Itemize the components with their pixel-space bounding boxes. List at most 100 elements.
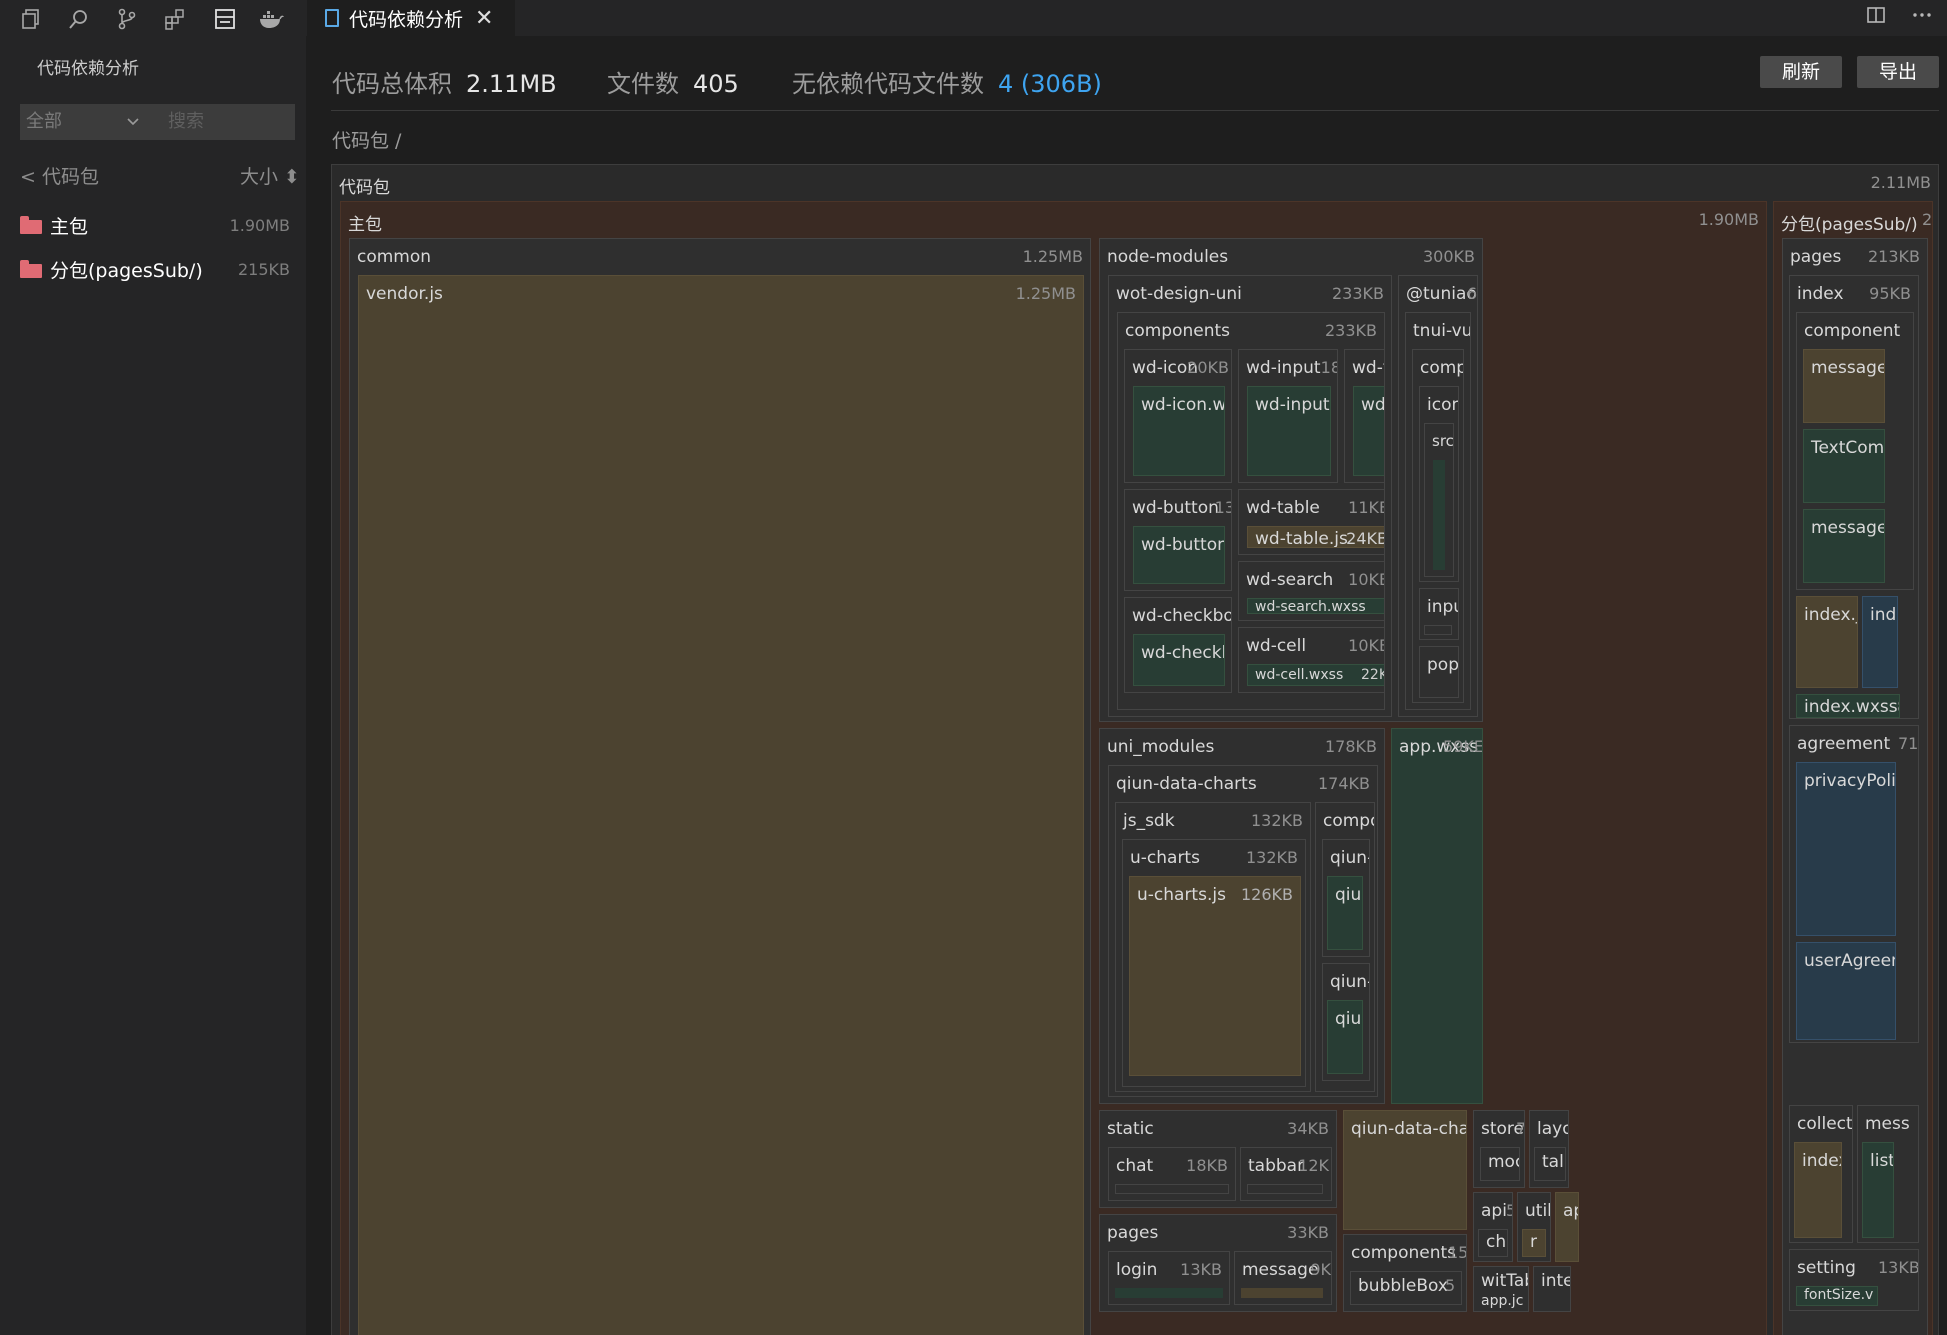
treemap-qiun-l[interactable]: qiun-l qiur <box>1322 839 1370 957</box>
treemap-static-chat-file[interactable] <box>1115 1184 1229 1194</box>
extensions-icon[interactable] <box>162 6 188 32</box>
treemap-sub-agreement[interactable]: agreement 71 privacyPolic userAgreem <box>1789 725 1919 1043</box>
treemap-sub-index-wxss[interactable]: index.wxss 8 <box>1796 694 1900 718</box>
treemap-sub-useragree[interactable]: userAgreem <box>1796 942 1896 1040</box>
treemap-ap[interactable]: ap <box>1555 1192 1579 1262</box>
treemap-wd-checkbox-file[interactable]: wd-checkb <box>1133 634 1225 686</box>
treemap-wittab[interactable]: witTab app.jc <box>1473 1266 1529 1312</box>
treemap-qiun-data-charts[interactable]: qiun-data-charts 174KB js_sdk 132KB u-ch… <box>1108 765 1378 1097</box>
treemap-wd-input[interactable]: wd-input 18 wd-input. <box>1238 349 1338 483</box>
treemap-wd-icon-file[interactable]: wd-icon.w: <box>1133 386 1225 476</box>
search-input[interactable]: 搜索 <box>150 104 295 140</box>
close-icon[interactable]: ✕ <box>475 6 493 31</box>
treemap-pages[interactable]: pages 33KB login 13KB message 9K <box>1099 1214 1337 1312</box>
treemap-sub-message2[interactable]: messagel <box>1803 509 1885 583</box>
treemap-sub-pages[interactable]: pages 213KB index 95KB component message… <box>1782 238 1928 1335</box>
split-editor-icon[interactable] <box>1865 4 1887 31</box>
treemap-wd-table-file[interactable]: wd-table.js 24KB <box>1247 526 1384 548</box>
treemap-sub-package[interactable]: 分包(pagesSub/) 2 pages 213KB index 95KB c… <box>1773 201 1933 1335</box>
treemap-util[interactable]: util r <box>1517 1192 1551 1262</box>
treemap-wd-cell[interactable]: wd-cell 10KB wd-cell.wxss 22K <box>1238 627 1384 693</box>
treemap-store[interactable]: store 7 moc <box>1473 1110 1525 1188</box>
list-item-main[interactable]: 主包 1.90MB <box>20 207 290 243</box>
treemap-tnui-inpu-file[interactable] <box>1424 625 1452 635</box>
treemap-components[interactable]: components 233KB wd-icon 20KB wd-icon.w: <box>1117 312 1385 710</box>
back-link[interactable]: < 代码包 <box>20 162 99 189</box>
treemap-qiun-compon[interactable]: compon qiun-l qiur qiun-c qiur <box>1315 802 1375 1092</box>
treemap-qiun-c[interactable]: qiun-c qiur <box>1322 963 1370 1081</box>
analysis-icon[interactable] <box>212 6 238 32</box>
treemap-layo-tab[interactable]: tal <box>1534 1147 1566 1181</box>
treemap-app-wxss[interactable]: app.wxss 59KE <box>1391 728 1483 1104</box>
treemap-u-charts[interactable]: u-charts 132KB u-charts.js 126KB <box>1122 839 1306 1087</box>
treemap-wd-textarea[interactable]: wd-textarea wd-textar <box>1344 349 1384 483</box>
treemap-sub-setting[interactable]: setting 13KB fontSize.v <box>1789 1249 1919 1311</box>
treemap-inte[interactable]: inte <box>1533 1266 1571 1312</box>
treemap-tnui-popu[interactable]: popu <box>1419 646 1459 698</box>
docker-icon[interactable] <box>258 6 284 32</box>
treemap-qiun-data-char[interactable]: qiun-data-char <box>1343 1110 1467 1230</box>
treemap-wd-checkbox[interactable]: wd-checkbox wd-checkb <box>1124 597 1232 693</box>
treemap-sub-indexj[interactable]: index.j <box>1796 596 1858 688</box>
treemap-wd-search[interactable]: wd-search 10KB wd-search.wxss <box>1238 561 1384 621</box>
treemap-tuniao[interactable]: @tuniao 67 tnui-vue3 compo icon: src <box>1398 275 1478 717</box>
treemap-u-charts-js[interactable]: u-charts.js 126KB <box>1129 876 1301 1076</box>
treemap-vendor-js[interactable]: vendor.js 1.25MB <box>358 275 1084 1335</box>
treemap-layo[interactable]: layo tal <box>1529 1110 1569 1188</box>
treemap-wd-button-file[interactable]: wd-button <box>1133 526 1225 584</box>
treemap-node-modules[interactable]: node-modules 300KB wot-design-uni 233KB … <box>1099 238 1483 722</box>
treemap-wd-search-file[interactable]: wd-search.wxss <box>1247 598 1384 614</box>
treemap-qiun-c-file[interactable]: qiur <box>1327 1000 1363 1074</box>
treemap-wd-textarea-file[interactable]: wd-textar <box>1353 386 1384 476</box>
treemap-util-file[interactable]: r <box>1522 1229 1546 1257</box>
list-item-sub[interactable]: 分包(pagesSub/) 215KB <box>20 251 290 287</box>
treemap-wd-cell-file[interactable]: wd-cell.wxss 22K <box>1247 664 1384 686</box>
treemap-bubblebox[interactable]: bubbleBox 5 <box>1350 1271 1462 1305</box>
treemap-sub-ind[interactable]: ind <box>1862 596 1898 688</box>
stat-nodep-link[interactable]: 4 (306B) <box>998 70 1102 98</box>
treemap-sub-collect[interactable]: collect index <box>1789 1105 1853 1243</box>
treemap-js-sdk[interactable]: js_sdk 132KB u-charts 132KB u-charts.js … <box>1115 802 1311 1092</box>
explorer-icon[interactable] <box>18 6 44 32</box>
treemap-tnui-src[interactable]: src <box>1424 423 1454 577</box>
refresh-button[interactable]: 刷新 <box>1760 56 1842 88</box>
treemap-common[interactable]: common 1.25MB vendor.js 1.25MB <box>349 238 1091 1335</box>
sort-toggle[interactable]: 大小 ⬍ <box>240 162 300 189</box>
treemap-main-package[interactable]: 主包 1.90MB common 1.25MB vendor.js 1.25MB… <box>340 201 1767 1335</box>
treemap-tnui-compo[interactable]: compo icon: src inpu <box>1412 349 1464 703</box>
treemap-wot-design-uni[interactable]: wot-design-uni 233KB components 233KB wd… <box>1108 275 1392 717</box>
treemap-components-15[interactable]: components 15 bubbleBox 5 <box>1343 1234 1467 1312</box>
treemap-sub-collect-index[interactable]: index <box>1794 1142 1842 1238</box>
treemap-static-chat[interactable]: chat 18KB <box>1108 1147 1236 1201</box>
treemap-sub-mess-list[interactable]: list <box>1862 1142 1894 1238</box>
treemap-tnui-icon[interactable]: icon: src <box>1419 386 1459 582</box>
tab-analysis[interactable]: 代码依赖分析 ✕ <box>307 0 515 36</box>
treemap-sub-mess[interactable]: mess list <box>1857 1105 1919 1243</box>
search-icon[interactable] <box>66 6 92 32</box>
treemap-pages-message-file[interactable] <box>1241 1288 1323 1298</box>
treemap-sub-message1[interactable]: messagel <box>1803 349 1885 423</box>
treemap-sub-textcomp[interactable]: TextComp <box>1803 429 1885 503</box>
treemap-pages-message[interactable]: message 9K <box>1234 1251 1332 1305</box>
treemap-sub-setting-file[interactable]: fontSize.v <box>1796 1286 1878 1306</box>
treemap-pages-login[interactable]: login 13KB <box>1108 1251 1230 1305</box>
treemap-wd-icon[interactable]: wd-icon 20KB wd-icon.w: <box>1124 349 1232 483</box>
treemap-tnui-inpu[interactable]: inpu <box>1419 588 1459 640</box>
source-control-icon[interactable] <box>114 6 140 32</box>
treemap-api-file[interactable]: ch <box>1478 1229 1508 1257</box>
treemap-pages-login-file[interactable] <box>1115 1288 1223 1298</box>
treemap-tnui-vue3[interactable]: tnui-vue3 compo icon: src <box>1405 312 1471 710</box>
treemap-store-mod[interactable]: moc <box>1480 1147 1520 1181</box>
filter-select[interactable]: 全部 <box>20 104 150 140</box>
more-icon[interactable] <box>1911 4 1933 31</box>
treemap-wd-table[interactable]: wd-table 11KB wd-table.js 24KB <box>1238 489 1384 555</box>
breadcrumb[interactable]: 代码包 / <box>332 126 401 153</box>
treemap-static-tabbar-file[interactable] <box>1247 1184 1323 1194</box>
treemap-api[interactable]: api 5 ch <box>1473 1192 1513 1262</box>
treemap-static-tabbar[interactable]: tabbar 12K <box>1240 1147 1332 1201</box>
treemap-qiun-l-file[interactable]: qiur <box>1327 876 1363 950</box>
treemap-sub-privacy[interactable]: privacyPolic <box>1796 762 1896 936</box>
treemap-uni-modules[interactable]: uni_modules 178KB qiun-data-charts 174KB… <box>1099 728 1385 1104</box>
treemap-root[interactable]: 代码包 2.11MB 主包 1.90MB common 1.25MB vendo… <box>331 164 1939 1335</box>
treemap-wd-button[interactable]: wd-button 13 wd-button <box>1124 489 1232 591</box>
